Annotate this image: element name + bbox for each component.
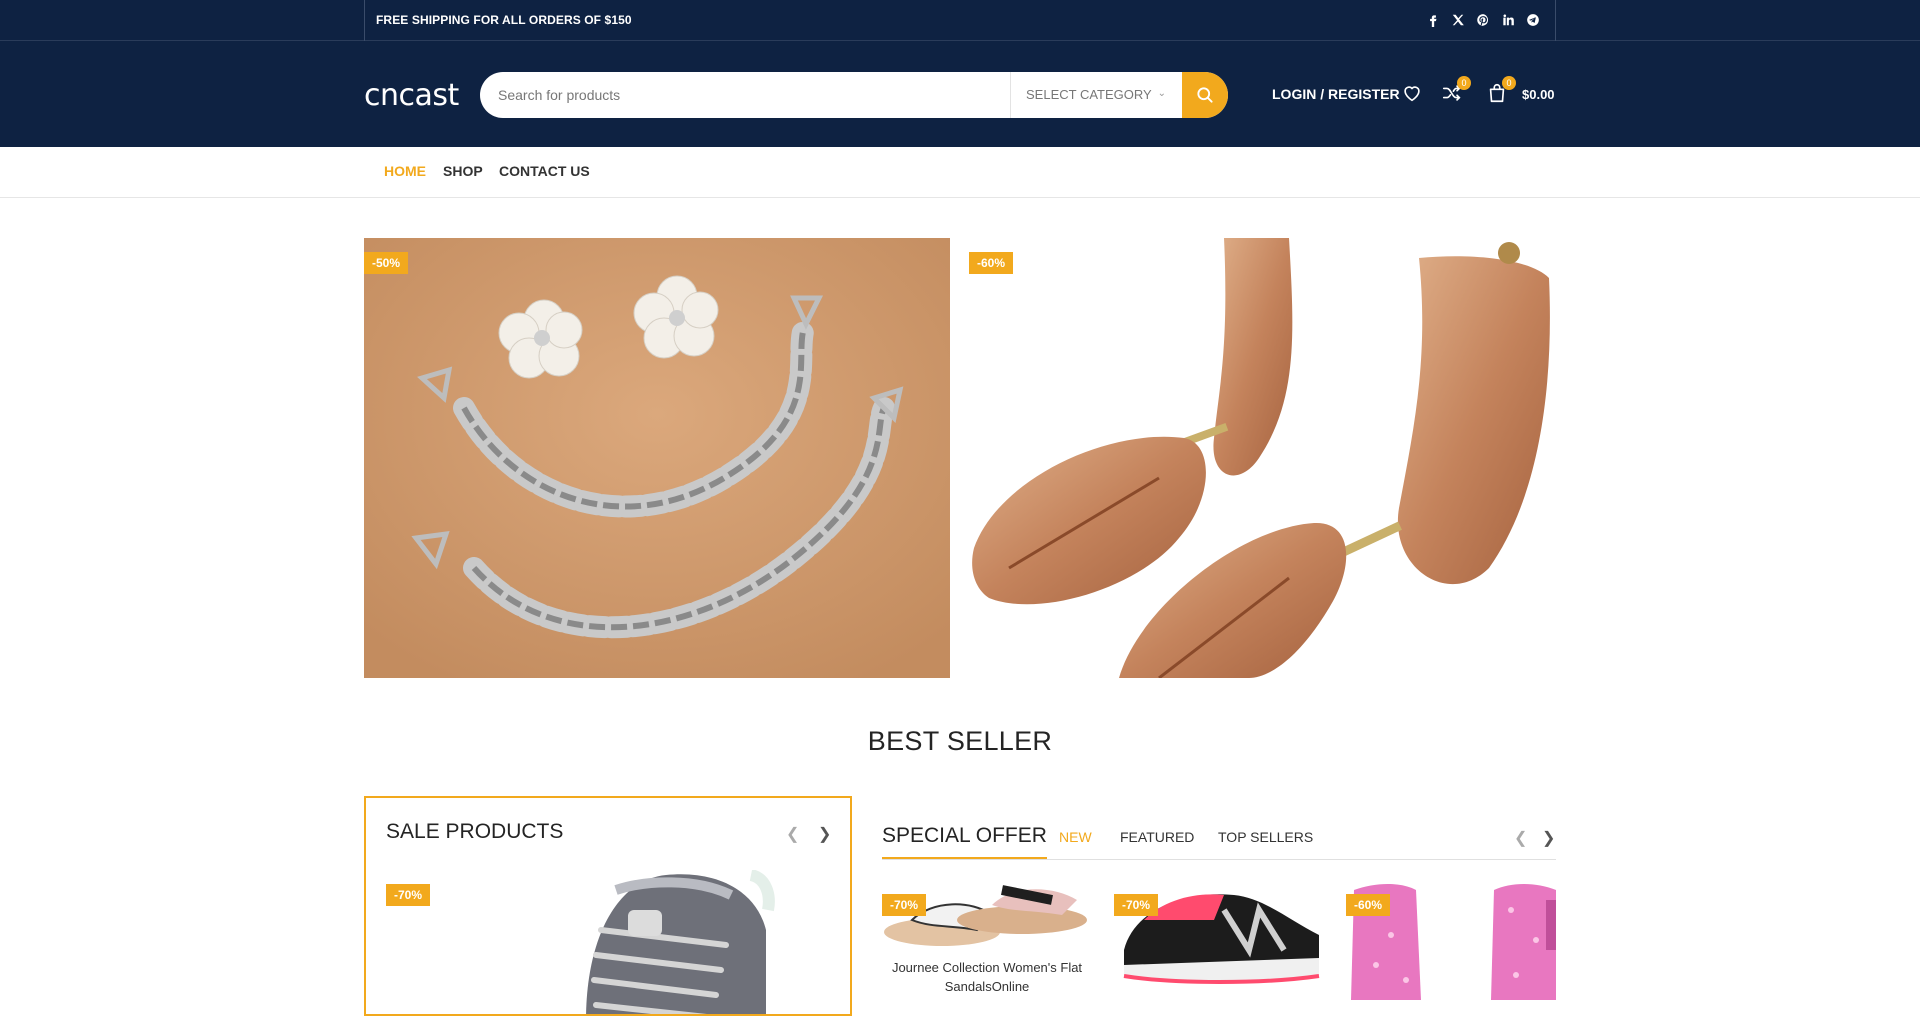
- top-bar: FREE SHIPPING FOR ALL ORDERS OF $150: [0, 0, 1920, 41]
- special-offer-title: SPECIAL OFFER: [882, 824, 1047, 859]
- offer-prev-button[interactable]: ❮: [1514, 828, 1527, 848]
- carousel-next-button[interactable]: ❯: [818, 824, 831, 844]
- linkedin-icon[interactable]: [1499, 11, 1516, 28]
- product-card[interactable]: -70% Journee Collection Women's Flat San…: [882, 880, 1092, 1000]
- cart-button[interactable]: 0: [1486, 76, 1516, 106]
- product-image: [884, 885, 1087, 946]
- main-nav: HOME SHOP CONTACT US: [0, 147, 1920, 198]
- shoe-trees-image: [969, 238, 1555, 678]
- main-header: cncast SELECT CATEGORY ⌄ LOGIN / REGISTE…: [0, 41, 1920, 147]
- tab-featured[interactable]: FEATURED: [1120, 829, 1194, 845]
- search-input[interactable]: [480, 72, 1010, 118]
- sneaker-image[interactable]: [556, 870, 776, 1016]
- cart-count-badge: 0: [1502, 76, 1516, 90]
- sale-products-box: SALE PRODUCTS ❮ ❯ -70%: [364, 796, 852, 1016]
- search-icon: [1197, 87, 1213, 103]
- wishlist-button[interactable]: [1401, 82, 1425, 106]
- sale-products-title: SALE PRODUCTS: [386, 820, 564, 843]
- promo-banner-shoe-trees[interactable]: -60%: [969, 238, 1555, 678]
- discount-badge: -60%: [969, 252, 1014, 274]
- compare-count-badge: 0: [1457, 76, 1471, 90]
- discount-badge: -60%: [1346, 894, 1391, 916]
- heart-icon: [1404, 86, 1420, 102]
- product-card[interactable]: -70%: [1114, 880, 1324, 1000]
- cart-total[interactable]: $0.00: [1522, 87, 1555, 102]
- discount-badge: -50%: [364, 252, 409, 274]
- discount-badge: -70%: [1114, 894, 1159, 916]
- nav-item-home[interactable]: HOME: [384, 163, 426, 179]
- compare-button[interactable]: 0: [1441, 76, 1471, 106]
- tab-top-sellers[interactable]: TOP SELLERS: [1218, 829, 1313, 845]
- discount-badge: -70%: [882, 894, 927, 916]
- offer-next-button[interactable]: ❯: [1542, 828, 1555, 848]
- carousel-prev-button[interactable]: ❮: [786, 824, 799, 844]
- x-icon[interactable]: [1449, 11, 1466, 28]
- telegram-icon[interactable]: [1524, 11, 1541, 28]
- facebook-icon[interactable]: [1424, 11, 1441, 28]
- pinterest-icon[interactable]: [1474, 11, 1491, 28]
- special-offer-header: SPECIAL OFFER NEW FEATURED TOP SELLERS ❮…: [882, 822, 1556, 860]
- category-select[interactable]: SELECT CATEGORY ⌄: [1010, 72, 1182, 118]
- tab-new[interactable]: NEW: [1059, 829, 1092, 845]
- category-select-label: SELECT CATEGORY: [1026, 87, 1152, 102]
- social-links: [1424, 11, 1541, 28]
- product-card[interactable]: -60%: [1346, 880, 1556, 1000]
- nav-item-contact[interactable]: CONTACT US: [499, 163, 590, 179]
- login-register-link[interactable]: LOGIN / REGISTER: [1272, 86, 1400, 102]
- search-bar: SELECT CATEGORY ⌄: [480, 72, 1228, 118]
- discount-badge: -70%: [386, 884, 431, 906]
- best-seller-heading: BEST SELLER: [867, 726, 1053, 756]
- product-name[interactable]: Journee Collection Women's Flat SandalsO…: [882, 958, 1092, 996]
- jewelry-chain-image: [364, 238, 950, 678]
- promo-banner-jewelry[interactable]: -50%: [364, 238, 950, 678]
- search-button[interactable]: [1182, 72, 1228, 118]
- nav-item-shop[interactable]: SHOP: [443, 163, 483, 179]
- shipping-notice: FREE SHIPPING FOR ALL ORDERS OF $150: [376, 13, 632, 27]
- chevron-down-icon: ⌄: [1157, 88, 1166, 99]
- top-bar-inner: FREE SHIPPING FOR ALL ORDERS OF $150: [364, 0, 1556, 41]
- site-logo[interactable]: cncast: [364, 78, 459, 113]
